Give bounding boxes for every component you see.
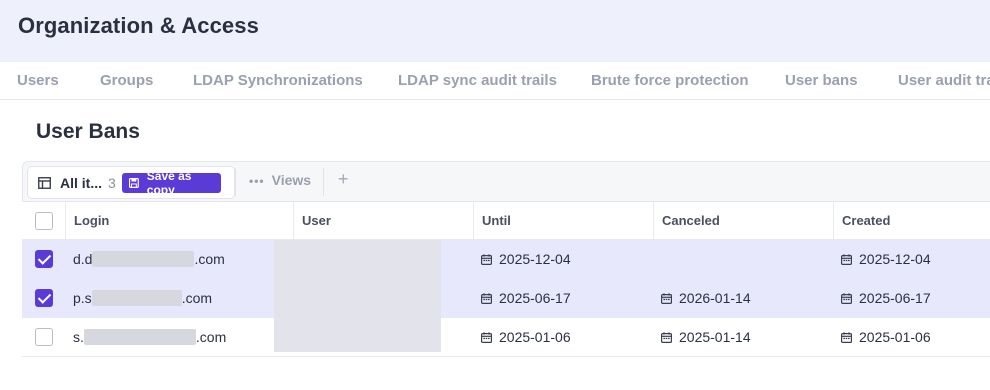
- created-cell: 2025-06-17: [841, 279, 931, 317]
- current-view-chip[interactable]: All it... 3 Save as copy: [27, 166, 235, 199]
- created-date: 2025-06-17: [859, 290, 931, 306]
- tab-users[interactable]: Users: [17, 72, 59, 89]
- login-prefix: p.s: [73, 290, 92, 306]
- created-cell: 2025-12-04: [841, 240, 931, 278]
- calendar-icon: [481, 331, 492, 343]
- tab-ldap-sync-audit-trails[interactable]: LDAP sync audit trails: [398, 72, 557, 89]
- table-row[interactable]: s. .com 2025-01-06 2025-01-14 2025-01-06: [22, 318, 990, 357]
- row-select-cell: [22, 240, 65, 278]
- view-toolbar: All it... 3 Save as copy ••• Views +: [22, 161, 990, 202]
- column-header-created[interactable]: Created: [833, 202, 990, 239]
- views-label: Views: [271, 172, 312, 188]
- page-header-title: Organization & Access: [18, 13, 259, 38]
- column-header-canceled[interactable]: Canceled: [653, 202, 833, 239]
- row-checkbox[interactable]: [35, 250, 53, 268]
- tab-user-audit-trails[interactable]: User audit tra: [898, 72, 990, 89]
- until-date: 2025-06-17: [499, 290, 571, 306]
- login-cell: s. .com: [73, 318, 226, 356]
- login-prefix: d.d: [73, 251, 93, 267]
- canceled-cell: 2026-01-14: [661, 279, 751, 317]
- save-as-copy-label: Save as copy: [146, 169, 192, 197]
- created-date: 2025-12-04: [859, 251, 931, 267]
- row-checkbox[interactable]: [35, 289, 53, 307]
- calendar-icon: [841, 253, 852, 265]
- created-date: 2025-01-06: [859, 329, 931, 345]
- redacted-user-column: [274, 240, 441, 352]
- toolbar-divider: [235, 168, 236, 196]
- login-cell: p.s .com: [73, 279, 212, 317]
- ellipsis-icon: •••: [249, 174, 265, 188]
- until-date: 2025-12-04: [499, 251, 571, 267]
- calendar-icon: [661, 331, 672, 343]
- calendar-icon: [841, 331, 852, 343]
- until-cell: 2025-06-17: [481, 279, 571, 317]
- table-header-row: Login User Until Canceled Created: [22, 202, 990, 240]
- canceled-date: 2025-01-14: [679, 329, 751, 345]
- created-cell: 2025-01-06: [841, 318, 931, 356]
- tab-groups[interactable]: Groups: [100, 72, 153, 89]
- page-title: User Bans: [36, 120, 140, 143]
- login-suffix: .com: [195, 329, 227, 345]
- login-suffix: .com: [194, 251, 225, 267]
- row-checkbox[interactable]: [35, 328, 53, 346]
- floppy-disk-icon: [129, 178, 139, 188]
- select-all-checkbox[interactable]: [35, 211, 53, 230]
- tab-ldap-synchronizations[interactable]: LDAP Synchronizations: [193, 72, 363, 89]
- page-header: Organization & Access: [0, 0, 990, 62]
- calendar-icon: [661, 292, 672, 304]
- row-select-cell: [22, 318, 65, 356]
- canceled-cell: 2025-01-14: [661, 318, 751, 356]
- table-row[interactable]: d.d .com 2025-12-04 2025-12-04: [22, 240, 990, 279]
- until-cell: 2025-01-06: [481, 318, 571, 356]
- canceled-date: 2026-01-14: [679, 290, 751, 306]
- until-date: 2025-01-06: [499, 329, 571, 345]
- toolbar-divider: [323, 168, 324, 196]
- table-row[interactable]: p.s .com 2025-06-17 2026-01-14 2025-06-1…: [22, 279, 990, 318]
- redacted-text: [83, 329, 196, 345]
- redacted-text: [92, 251, 195, 267]
- row-select-cell: [22, 279, 65, 317]
- column-header-user[interactable]: User: [293, 202, 473, 239]
- save-as-copy-button[interactable]: Save as copy: [122, 169, 221, 197]
- column-header-login[interactable]: Login: [65, 202, 293, 239]
- until-cell: 2025-12-04: [481, 240, 571, 278]
- user-bans-table: Login User Until Canceled Created d.d .c…: [22, 202, 990, 357]
- calendar-icon: [481, 253, 492, 265]
- column-header-until[interactable]: Until: [473, 202, 653, 239]
- view-name: All it...: [60, 175, 102, 191]
- tab-user-bans[interactable]: User bans: [785, 72, 858, 89]
- login-cell: d.d .com: [73, 240, 225, 278]
- table-icon: [38, 177, 51, 189]
- view-record-count: 3: [108, 175, 116, 191]
- calendar-icon: [841, 292, 852, 304]
- redacted-text: [91, 290, 182, 306]
- views-button[interactable]: ••• Views: [249, 172, 311, 188]
- login-suffix: .com: [181, 290, 213, 306]
- add-view-button[interactable]: +: [338, 169, 349, 190]
- login-prefix: s.: [73, 329, 84, 345]
- select-all-cell: [22, 202, 65, 239]
- tab-bar: Users Groups LDAP Synchronizations LDAP …: [0, 62, 990, 100]
- tab-brute-force-protection[interactable]: Brute force protection: [591, 72, 749, 89]
- calendar-icon: [481, 292, 492, 304]
